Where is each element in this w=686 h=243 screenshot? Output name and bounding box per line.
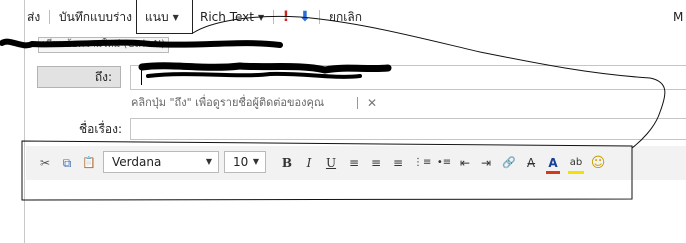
redaction-scribble [138, 62, 392, 74]
annotation-lasso [192, 15, 666, 149]
annotation-box [21, 140, 633, 201]
redaction-scribble [146, 71, 362, 79]
annotation-overlay [0, 15, 666, 201]
redaction-scribble [0, 38, 283, 49]
